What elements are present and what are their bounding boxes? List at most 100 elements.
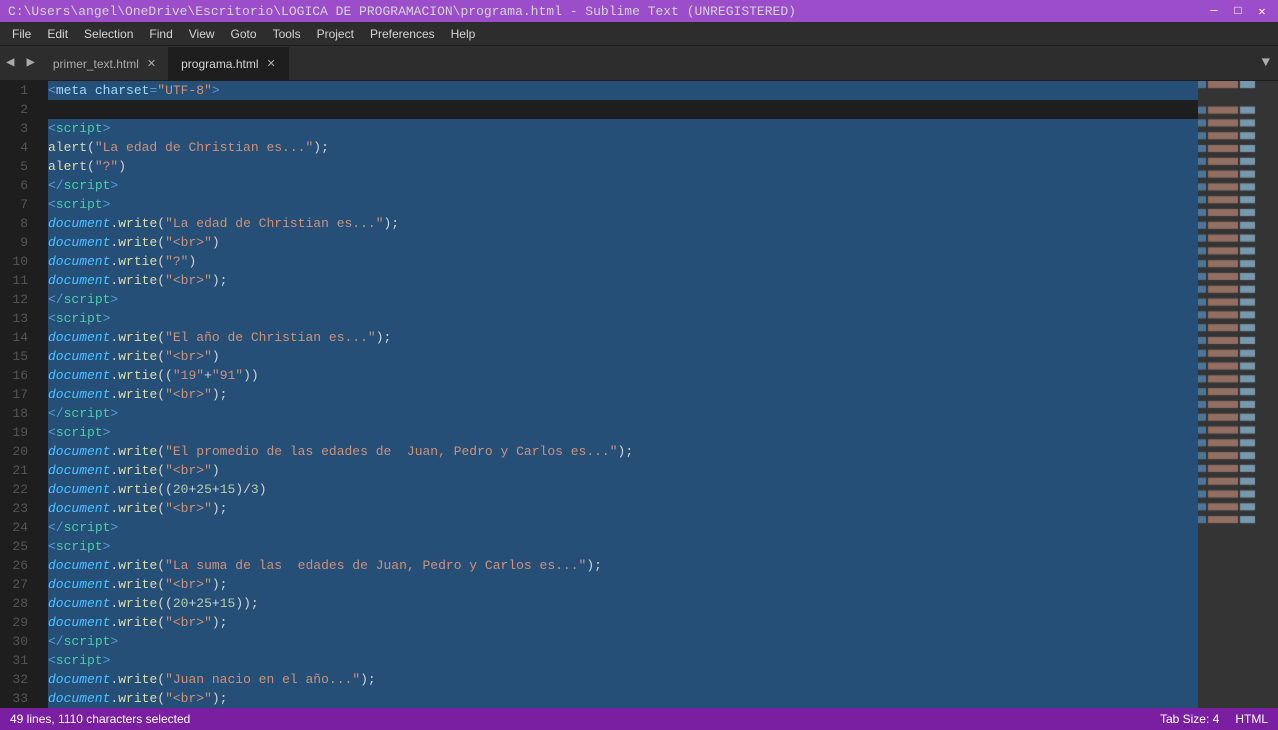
minimize-button[interactable]: ─ [1206, 4, 1222, 19]
tab-label-0: primer_text.html [53, 57, 139, 71]
minimap [1198, 81, 1278, 708]
code-line-25: <script> [48, 537, 1198, 556]
line-number-15: 15 [8, 347, 28, 366]
line-number-4: 4 [8, 138, 28, 157]
menu-item-file[interactable]: File [4, 25, 39, 43]
code-line-32: document.write("Juan nacio en el año..."… [48, 670, 1198, 689]
line-number-3: 3 [8, 119, 28, 138]
code-line-29: document.write("<br>"); [48, 613, 1198, 632]
status-tab-size[interactable]: Tab Size: 4 [1160, 712, 1219, 726]
menu-item-tools[interactable]: Tools [265, 25, 309, 43]
line-number-16: 16 [8, 366, 28, 385]
code-line-13: <script> [48, 309, 1198, 328]
titlebar-controls: ─ □ ✕ [1206, 4, 1270, 19]
code-line-9: document.write("<br>") [48, 233, 1198, 252]
line-number-18: 18 [8, 404, 28, 423]
line-number-22: 22 [8, 480, 28, 499]
code-line-17: document.write("<br>"); [48, 385, 1198, 404]
code-area[interactable]: <meta charset="UTF-8"> <script>alert("La… [40, 81, 1198, 708]
code-line-30: </script> [48, 632, 1198, 651]
line-number-14: 14 [8, 328, 28, 347]
line-number-19: 19 [8, 423, 28, 442]
code-line-10: document.wrtie("?") [48, 252, 1198, 271]
statusbar-left: 49 lines, 1110 characters selected [10, 712, 190, 726]
code-line-16: document.wrtie(("19"+"91")) [48, 366, 1198, 385]
tab-label-1: programa.html [181, 57, 258, 71]
code-line-2 [48, 100, 1198, 119]
code-line-28: document.write((20+25+15)); [48, 594, 1198, 613]
line-number-5: 5 [8, 157, 28, 176]
menubar: FileEditSelectionFindViewGotoToolsProjec… [0, 22, 1278, 46]
code-line-33: document.write("<br>"); [48, 689, 1198, 708]
code-line-26: document.write("La suma de las edades de… [48, 556, 1198, 575]
code-line-27: document.write("<br>"); [48, 575, 1198, 594]
code-line-8: document.write("La edad de Christian es.… [48, 214, 1198, 233]
titlebar-title: C:\Users\angel\OneDrive\Escritorio\LOGIC… [8, 4, 796, 19]
code-line-12: </script> [48, 290, 1198, 309]
code-line-4: alert("La edad de Christian es..."); [48, 138, 1198, 157]
menu-item-view[interactable]: View [181, 25, 223, 43]
code-line-18: </script> [48, 404, 1198, 423]
tabbar: ◀ ▶ primer_text.html ✕ programa.html ✕ ▼ [0, 46, 1278, 81]
tab-close-1[interactable]: ✕ [267, 57, 276, 70]
code-line-3: <script> [48, 119, 1198, 138]
line-number-32: 32 [8, 670, 28, 689]
line-number-23: 23 [8, 499, 28, 518]
line-number-1: 1 [8, 81, 28, 100]
line-number-20: 20 [8, 442, 28, 461]
code-line-21: document.write("<br>") [48, 461, 1198, 480]
code-line-5: alert("?") [48, 157, 1198, 176]
tab-nav-left[interactable]: ◀ [0, 45, 20, 80]
line-number-7: 7 [8, 195, 28, 214]
line-number-2: 2 [8, 100, 28, 119]
code-line-20: document.write("El promedio de las edade… [48, 442, 1198, 461]
code-line-6: </script> [48, 176, 1198, 195]
line-number-30: 30 [8, 632, 28, 651]
editor: 1234567891011121314151617181920212223242… [0, 81, 1278, 708]
code-line-19: <script> [48, 423, 1198, 442]
code-line-31: <script> [48, 651, 1198, 670]
maximize-button[interactable]: □ [1230, 4, 1246, 19]
statusbar-right: Tab Size: 4 HTML [1160, 712, 1268, 726]
line-number-12: 12 [8, 290, 28, 309]
code-line-22: document.wrtie((20+25+15)/3) [48, 480, 1198, 499]
line-number-21: 21 [8, 461, 28, 480]
code-line-7: <script> [48, 195, 1198, 214]
line-number-27: 27 [8, 575, 28, 594]
tab-primer-text[interactable]: primer_text.html ✕ [41, 47, 169, 80]
line-number-26: 26 [8, 556, 28, 575]
code-line-15: document.write("<br>") [48, 347, 1198, 366]
line-number-25: 25 [8, 537, 28, 556]
code-line-24: </script> [48, 518, 1198, 537]
titlebar: C:\Users\angel\OneDrive\Escritorio\LOGIC… [0, 0, 1278, 22]
statusbar: 49 lines, 1110 characters selected Tab S… [0, 708, 1278, 730]
status-lang[interactable]: HTML [1235, 712, 1268, 726]
menu-item-selection[interactable]: Selection [76, 25, 141, 43]
code-line-11: document.write("<br>"); [48, 271, 1198, 290]
tab-programa[interactable]: programa.html ✕ [169, 47, 289, 80]
menu-item-goto[interactable]: Goto [223, 25, 265, 43]
line-number-24: 24 [8, 518, 28, 537]
tab-nav-right[interactable]: ▶ [20, 45, 40, 80]
line-number-10: 10 [8, 252, 28, 271]
menu-item-preferences[interactable]: Preferences [362, 25, 443, 43]
menu-item-find[interactable]: Find [141, 25, 180, 43]
tab-scroll-end[interactable]: ▼ [1254, 45, 1278, 80]
code-line-1: <meta charset="UTF-8"> [48, 81, 1198, 100]
line-number-8: 8 [8, 214, 28, 233]
line-number-6: 6 [8, 176, 28, 195]
line-number-29: 29 [8, 613, 28, 632]
menu-item-help[interactable]: Help [443, 25, 484, 43]
menu-item-project[interactable]: Project [309, 25, 362, 43]
line-numbers: 1234567891011121314151617181920212223242… [0, 81, 40, 708]
line-number-31: 31 [8, 651, 28, 670]
line-number-11: 11 [8, 271, 28, 290]
line-number-17: 17 [8, 385, 28, 404]
code-line-14: document.write("El año de Christian es..… [48, 328, 1198, 347]
line-number-33: 33 [8, 689, 28, 708]
line-number-9: 9 [8, 233, 28, 252]
close-button[interactable]: ✕ [1254, 4, 1270, 19]
menu-item-edit[interactable]: Edit [39, 25, 76, 43]
tab-close-0[interactable]: ✕ [147, 57, 156, 70]
line-number-28: 28 [8, 594, 28, 613]
